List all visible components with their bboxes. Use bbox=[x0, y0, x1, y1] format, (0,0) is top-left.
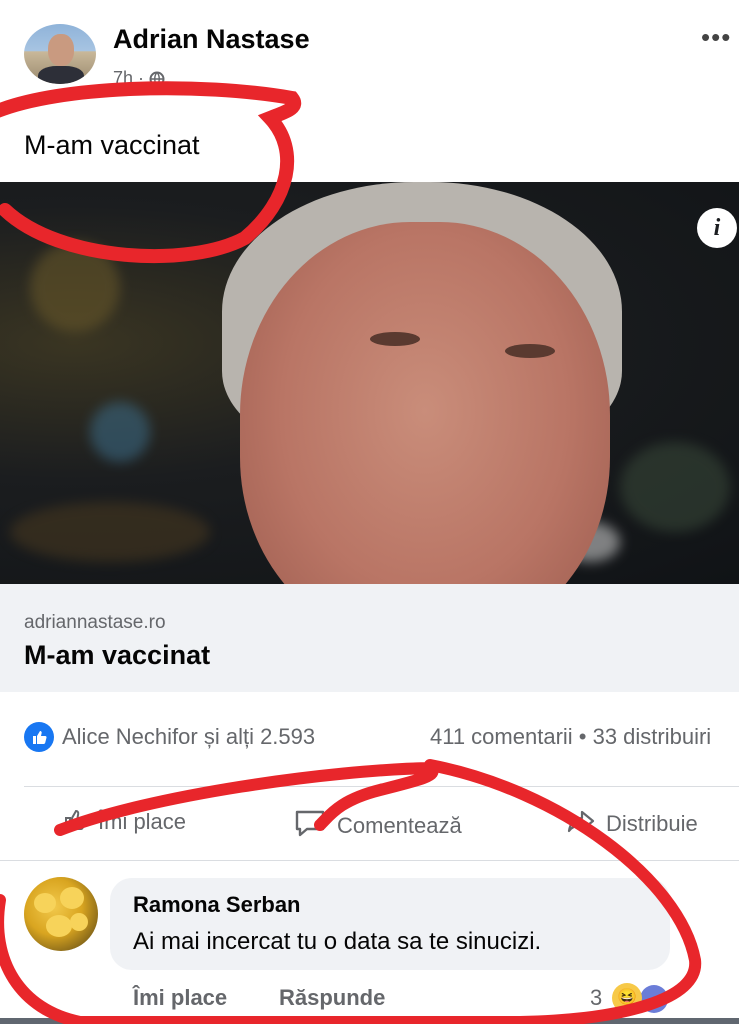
commenter-name[interactable]: Ramona Serban bbox=[133, 892, 301, 918]
share-button-label: Distribuie bbox=[606, 811, 698, 836]
comment-like-button[interactable]: Îmi place bbox=[133, 985, 227, 1011]
post-author-name[interactable]: Adrian Nastase bbox=[113, 24, 310, 55]
like-button[interactable]: Îmi place bbox=[62, 806, 186, 838]
avatar-shirt bbox=[38, 66, 84, 84]
link-preview-image[interactable] bbox=[0, 182, 739, 584]
comment-text: Ai mai incercat tu o data sa te sinucizi… bbox=[133, 928, 542, 955]
link-domain: adriannastase.ro bbox=[24, 612, 166, 633]
post-timestamp[interactable]: 7h bbox=[113, 68, 133, 84]
portrait-face bbox=[240, 222, 610, 584]
bokeh-light bbox=[620, 442, 730, 532]
more-options-icon[interactable]: ••• bbox=[701, 22, 731, 53]
share-icon bbox=[566, 806, 596, 842]
comment-button-label: Comentează bbox=[337, 813, 462, 838]
author-avatar[interactable] bbox=[24, 24, 96, 84]
avatar-face bbox=[48, 34, 74, 66]
avatar-flower bbox=[34, 893, 56, 913]
avatar-flower bbox=[46, 915, 72, 937]
globe-icon bbox=[149, 68, 165, 84]
divider bbox=[0, 860, 739, 861]
avatar-flower bbox=[60, 887, 84, 909]
reactions-summary[interactable]: Alice Nechifor și alți 2.593 bbox=[62, 724, 315, 750]
bokeh-light bbox=[10, 502, 210, 562]
thumbs-up-icon bbox=[62, 806, 88, 838]
bokeh-light bbox=[90, 402, 150, 462]
haha-reaction-icon: 😆 bbox=[612, 983, 642, 1013]
comments-shares-count[interactable]: 411 comentarii • 33 distribuiri bbox=[430, 724, 711, 750]
bottom-bar bbox=[0, 1018, 739, 1024]
portrait-eye bbox=[505, 344, 555, 358]
post-text: M-am vaccinat bbox=[24, 130, 200, 160]
bokeh-light bbox=[30, 242, 120, 332]
comment-reply-button[interactable]: Răspunde bbox=[279, 985, 385, 1011]
avatar-flower bbox=[70, 913, 88, 931]
comment-button[interactable]: Comentează bbox=[293, 806, 462, 846]
like-button-label: Îmi place bbox=[98, 809, 187, 834]
like-reaction-icon bbox=[24, 722, 54, 752]
share-button[interactable]: Distribuie bbox=[566, 806, 698, 842]
comment-icon bbox=[293, 806, 327, 846]
reaction-like-icon bbox=[640, 985, 668, 1013]
divider bbox=[24, 786, 739, 787]
portrait-eye bbox=[370, 332, 420, 346]
info-icon[interactable]: i bbox=[697, 208, 737, 248]
link-title[interactable]: M-am vaccinat bbox=[24, 640, 210, 671]
link-preview-box[interactable] bbox=[0, 584, 739, 692]
post-meta: 7h · bbox=[113, 64, 165, 84]
comment-reaction-count[interactable]: 3 bbox=[590, 985, 602, 1011]
commenter-avatar[interactable] bbox=[24, 877, 98, 951]
